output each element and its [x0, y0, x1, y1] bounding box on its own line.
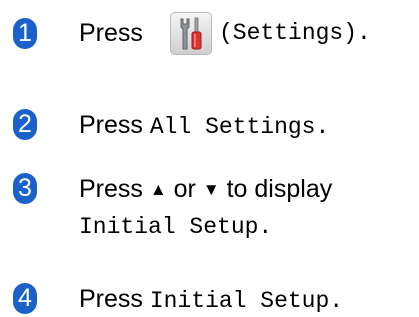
step-text: Press All Settings.	[79, 110, 329, 143]
step-number-badge: 3	[13, 173, 37, 204]
down-arrow-icon: ▼	[202, 180, 220, 199]
menu-item-name: Initial Setup.	[149, 288, 344, 314]
press-word: Press	[79, 111, 143, 139]
step-3: 3 Press ▲ or ▼ to display Initial Setup.	[0, 173, 419, 245]
menu-item-name: All Settings.	[149, 114, 330, 140]
step-2: 2 Press All Settings.	[0, 109, 419, 141]
step-number-badge: 4	[13, 283, 37, 314]
to-display-text: to display	[226, 175, 333, 203]
wrench-screwdriver-icon	[180, 17, 202, 50]
up-arrow-icon: ▲	[149, 180, 167, 199]
settings-icon	[170, 12, 212, 55]
step-text: Press ▲ or ▼ to display	[79, 174, 332, 205]
or-word: or	[173, 175, 196, 203]
step-1: 1 Press (Settings).	[0, 12, 419, 56]
step-number-badge: 2	[13, 109, 37, 140]
step-text: Press Initial Setup.	[79, 284, 343, 317]
step-number-badge: 1	[13, 18, 37, 49]
menu-item-name: Initial Setup.	[79, 214, 273, 240]
settings-button-label: (Settings).	[219, 20, 371, 46]
press-word: Press	[79, 285, 143, 313]
step-text: Press	[79, 19, 143, 47]
press-word: Press	[79, 175, 143, 203]
step-4: 4 Press Initial Setup.	[0, 283, 419, 315]
